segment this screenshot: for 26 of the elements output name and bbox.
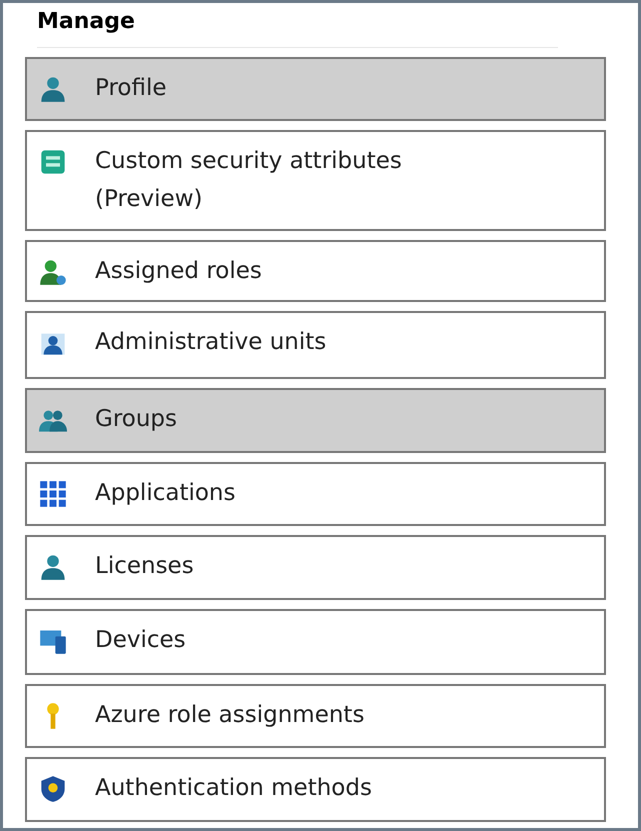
menu-label: Authentication methods (95, 774, 372, 803)
menu-label: Custom security attributes (Preview) (95, 147, 403, 214)
person-icon (39, 75, 67, 103)
menu-item[interactable]: Licenses (25, 535, 606, 600)
person-icon (39, 553, 67, 581)
menu-item[interactable]: Devices (25, 609, 606, 675)
menu-label: Profile (95, 74, 167, 103)
menu-label: Licenses (95, 552, 194, 581)
menu-label: Applications (95, 479, 236, 508)
menu-item[interactable]: Authentication methods (25, 757, 606, 822)
menu-label: Assigned roles (95, 257, 262, 286)
person-badge-icon (39, 258, 67, 286)
menu-label: Devices (95, 626, 186, 655)
menu-item[interactable]: Groups (25, 388, 606, 453)
section-title: Manage (36, 8, 136, 36)
shield-icon (39, 775, 67, 803)
menu-label: Groups (95, 405, 178, 434)
menu-label: Administrative units (95, 328, 326, 357)
menu-item[interactable]: Applications (25, 462, 606, 526)
menu-item[interactable]: Assigned roles (25, 240, 606, 302)
menu-label: Azure role assignments (95, 701, 364, 730)
grid-icon (39, 480, 67, 508)
menu-item[interactable]: Profile (25, 57, 606, 121)
menu-item[interactable]: Azure role assignments (25, 684, 606, 748)
menu-item[interactable]: Administrative units (25, 311, 606, 379)
menu-item[interactable]: Custom security attributes (Preview) (25, 130, 606, 231)
